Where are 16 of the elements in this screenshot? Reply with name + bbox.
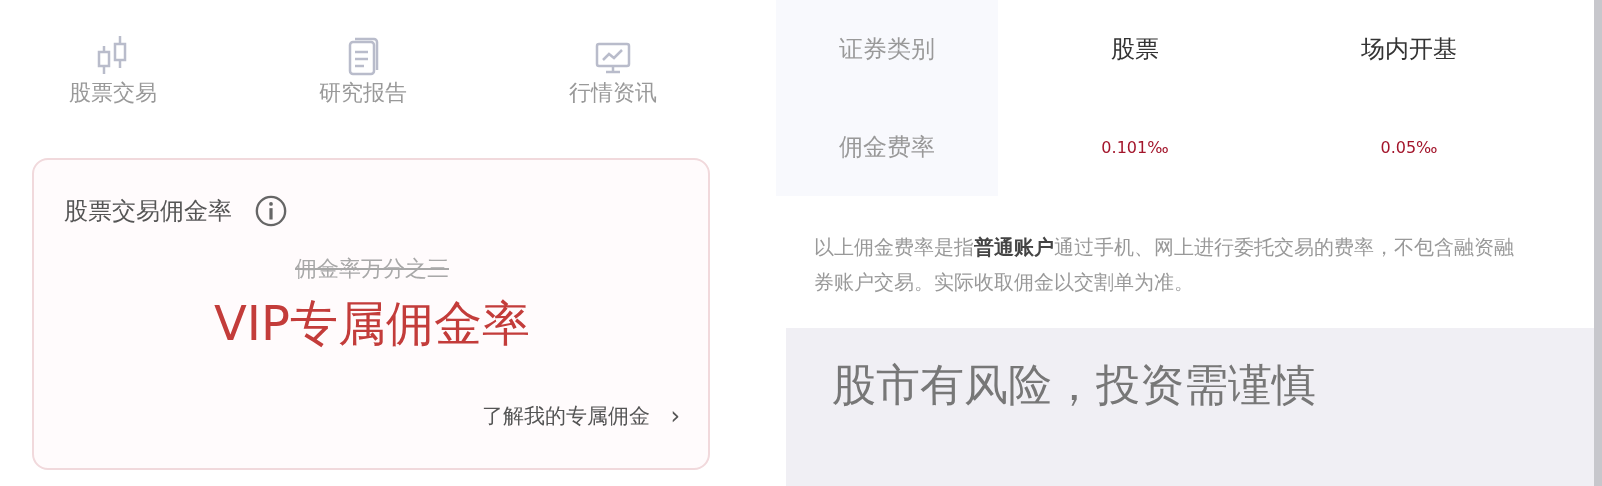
vip-rate-headline: VIP专属佣金率 [214, 294, 530, 353]
nav-item[interactable]: 行情资讯 [488, 34, 738, 128]
rate-value: 0.101‰ [1100, 136, 1170, 159]
info-icon[interactable] [254, 194, 288, 228]
rate-value: 0.05‰ [1379, 136, 1439, 159]
risk-warning-text: 股市有风险，投资需谨慎 [832, 358, 1316, 412]
note-text: 以上佣金费率是指普通账户通过手机、网上进行委托交易的费率，不包含融资融券账户交易。实际收取佣金以交割单为准。 [814, 235, 1515, 296]
old-rate-text: 佣金率万分之三 [295, 255, 449, 283]
column-header: 场内开基 [1360, 34, 1458, 65]
row-label: 佣金费率 [776, 98, 998, 196]
nav-item[interactable]: 股票交易 [0, 34, 238, 128]
my-commission-link[interactable]: 了解我的专属佣金 › [482, 402, 680, 430]
row-label: 证券类别 [776, 0, 998, 98]
column-header: 股票 [1110, 34, 1160, 65]
card-title: 股票交易佣金率 [64, 196, 232, 227]
nav-item[interactable]: 研究报告 [238, 34, 488, 128]
